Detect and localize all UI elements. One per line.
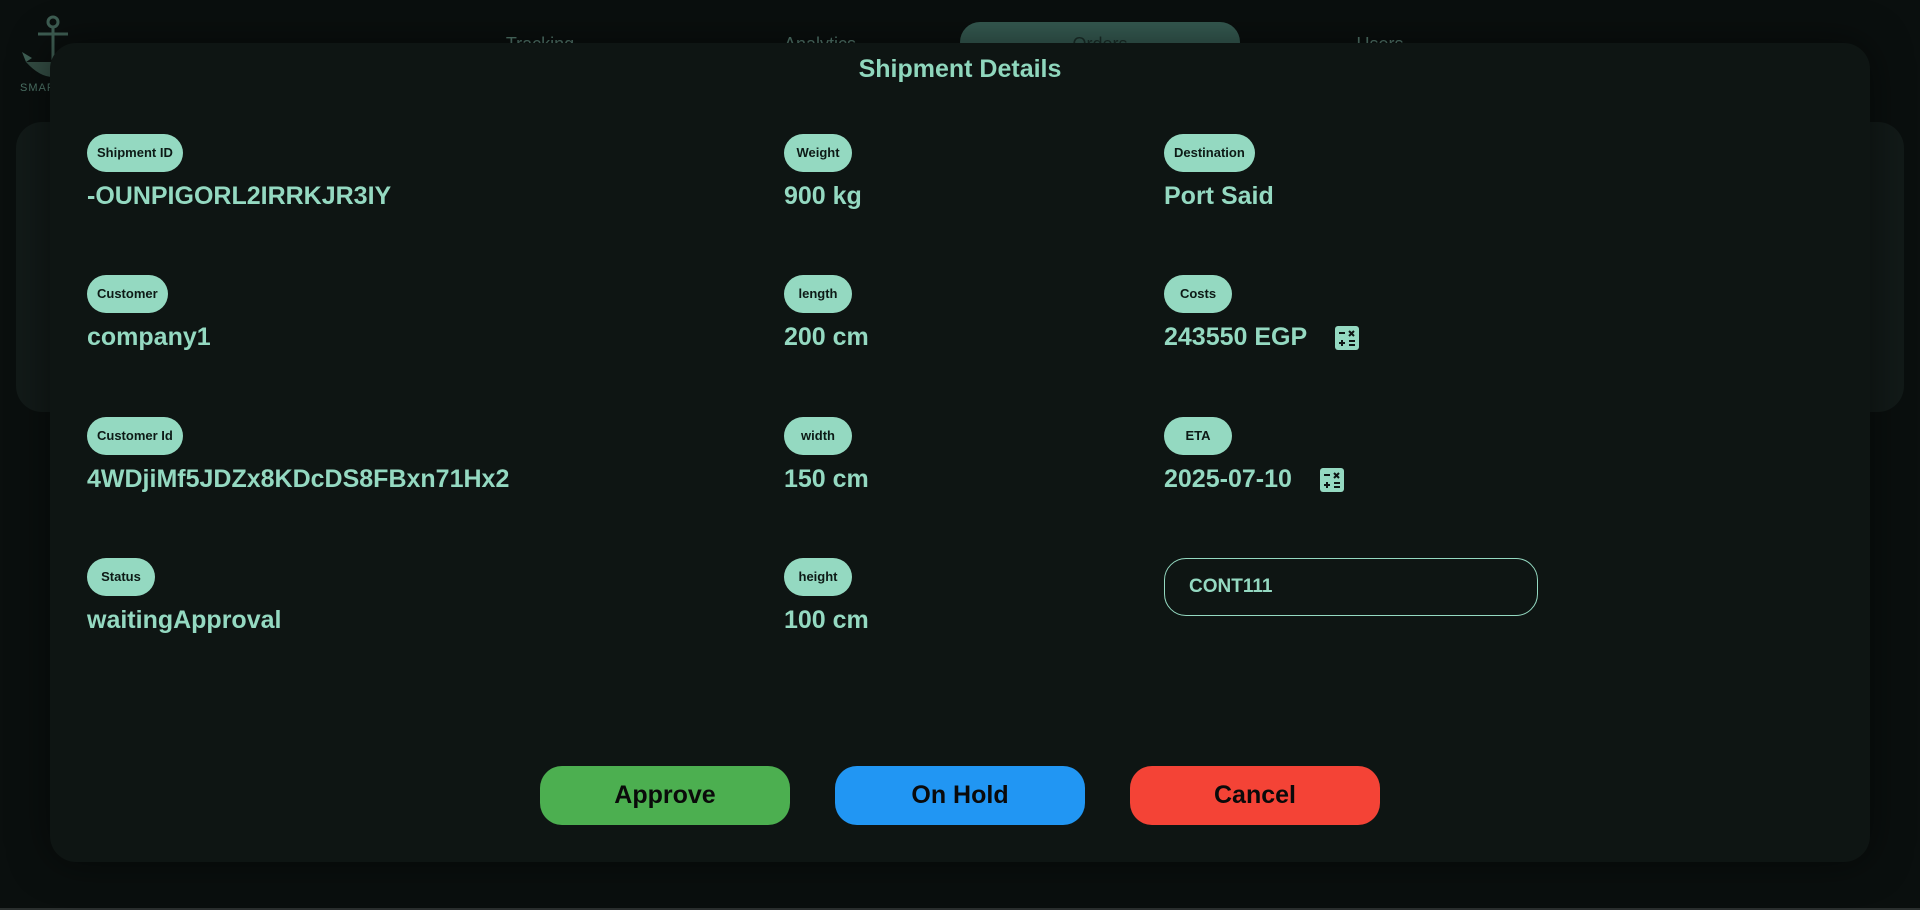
field-shipment-id: Shipment ID -OUNPIGORL2IRRKJR3IY <box>87 134 391 211</box>
field-customer-id: Customer Id 4WDjiMf5JDZx8KDcDS8FBxn71Hx2 <box>87 417 509 494</box>
field-length: length 200 cm <box>784 275 869 352</box>
width-label: width <box>784 417 852 455</box>
customer-value: company1 <box>87 323 211 351</box>
container-number-input[interactable] <box>1164 558 1538 616</box>
field-height: height 100 cm <box>784 558 869 635</box>
approve-button[interactable]: Approve <box>540 766 790 825</box>
eta-value: 2025-07-10 <box>1164 465 1292 493</box>
length-label: length <box>784 275 852 313</box>
field-costs: Costs 243550 EGP <box>1164 275 1360 352</box>
destination-label: Destination <box>1164 134 1255 172</box>
field-customer: Customer company1 <box>87 275 211 352</box>
dialog-title: Shipment Details <box>858 55 1062 83</box>
height-value: 100 cm <box>784 606 869 634</box>
eta-label: ETA <box>1164 417 1232 455</box>
weight-label: Weight <box>784 134 852 172</box>
costs-value: 243550 EGP <box>1164 323 1308 351</box>
calculator-icon[interactable] <box>1335 325 1360 350</box>
destination-value: Port Said <box>1164 182 1274 210</box>
shipment-id-value: -OUNPIGORL2IRRKJR3IY <box>87 182 392 210</box>
weight-value: 900 kg <box>784 182 862 210</box>
height-label: height <box>784 558 852 596</box>
customer-id-value: 4WDjiMf5JDZx8KDcDS8FBxn71Hx2 <box>87 465 510 493</box>
customer-label: Customer <box>87 275 168 313</box>
on-hold-button[interactable]: On Hold <box>835 766 1085 825</box>
calculator-icon[interactable] <box>1319 467 1344 492</box>
status-label: Status <box>87 558 155 596</box>
shipment-details-dialog: Shipment Details Shipment ID -OUNPIGORL2… <box>50 43 1870 862</box>
field-width: width 150 cm <box>784 417 869 494</box>
status-value: waitingApproval <box>87 606 282 634</box>
field-weight: Weight 900 kg <box>784 134 862 211</box>
field-destination: Destination Port Said <box>1164 134 1274 211</box>
cancel-button[interactable]: Cancel <box>1130 766 1380 825</box>
customer-id-label: Customer Id <box>87 417 183 455</box>
field-eta: ETA 2025-07-10 <box>1164 417 1344 494</box>
width-value: 150 cm <box>784 465 869 493</box>
length-value: 200 cm <box>784 323 869 351</box>
costs-label: Costs <box>1164 275 1232 313</box>
shipment-id-label: Shipment ID <box>87 134 183 172</box>
field-status: Status waitingApproval <box>87 558 281 635</box>
